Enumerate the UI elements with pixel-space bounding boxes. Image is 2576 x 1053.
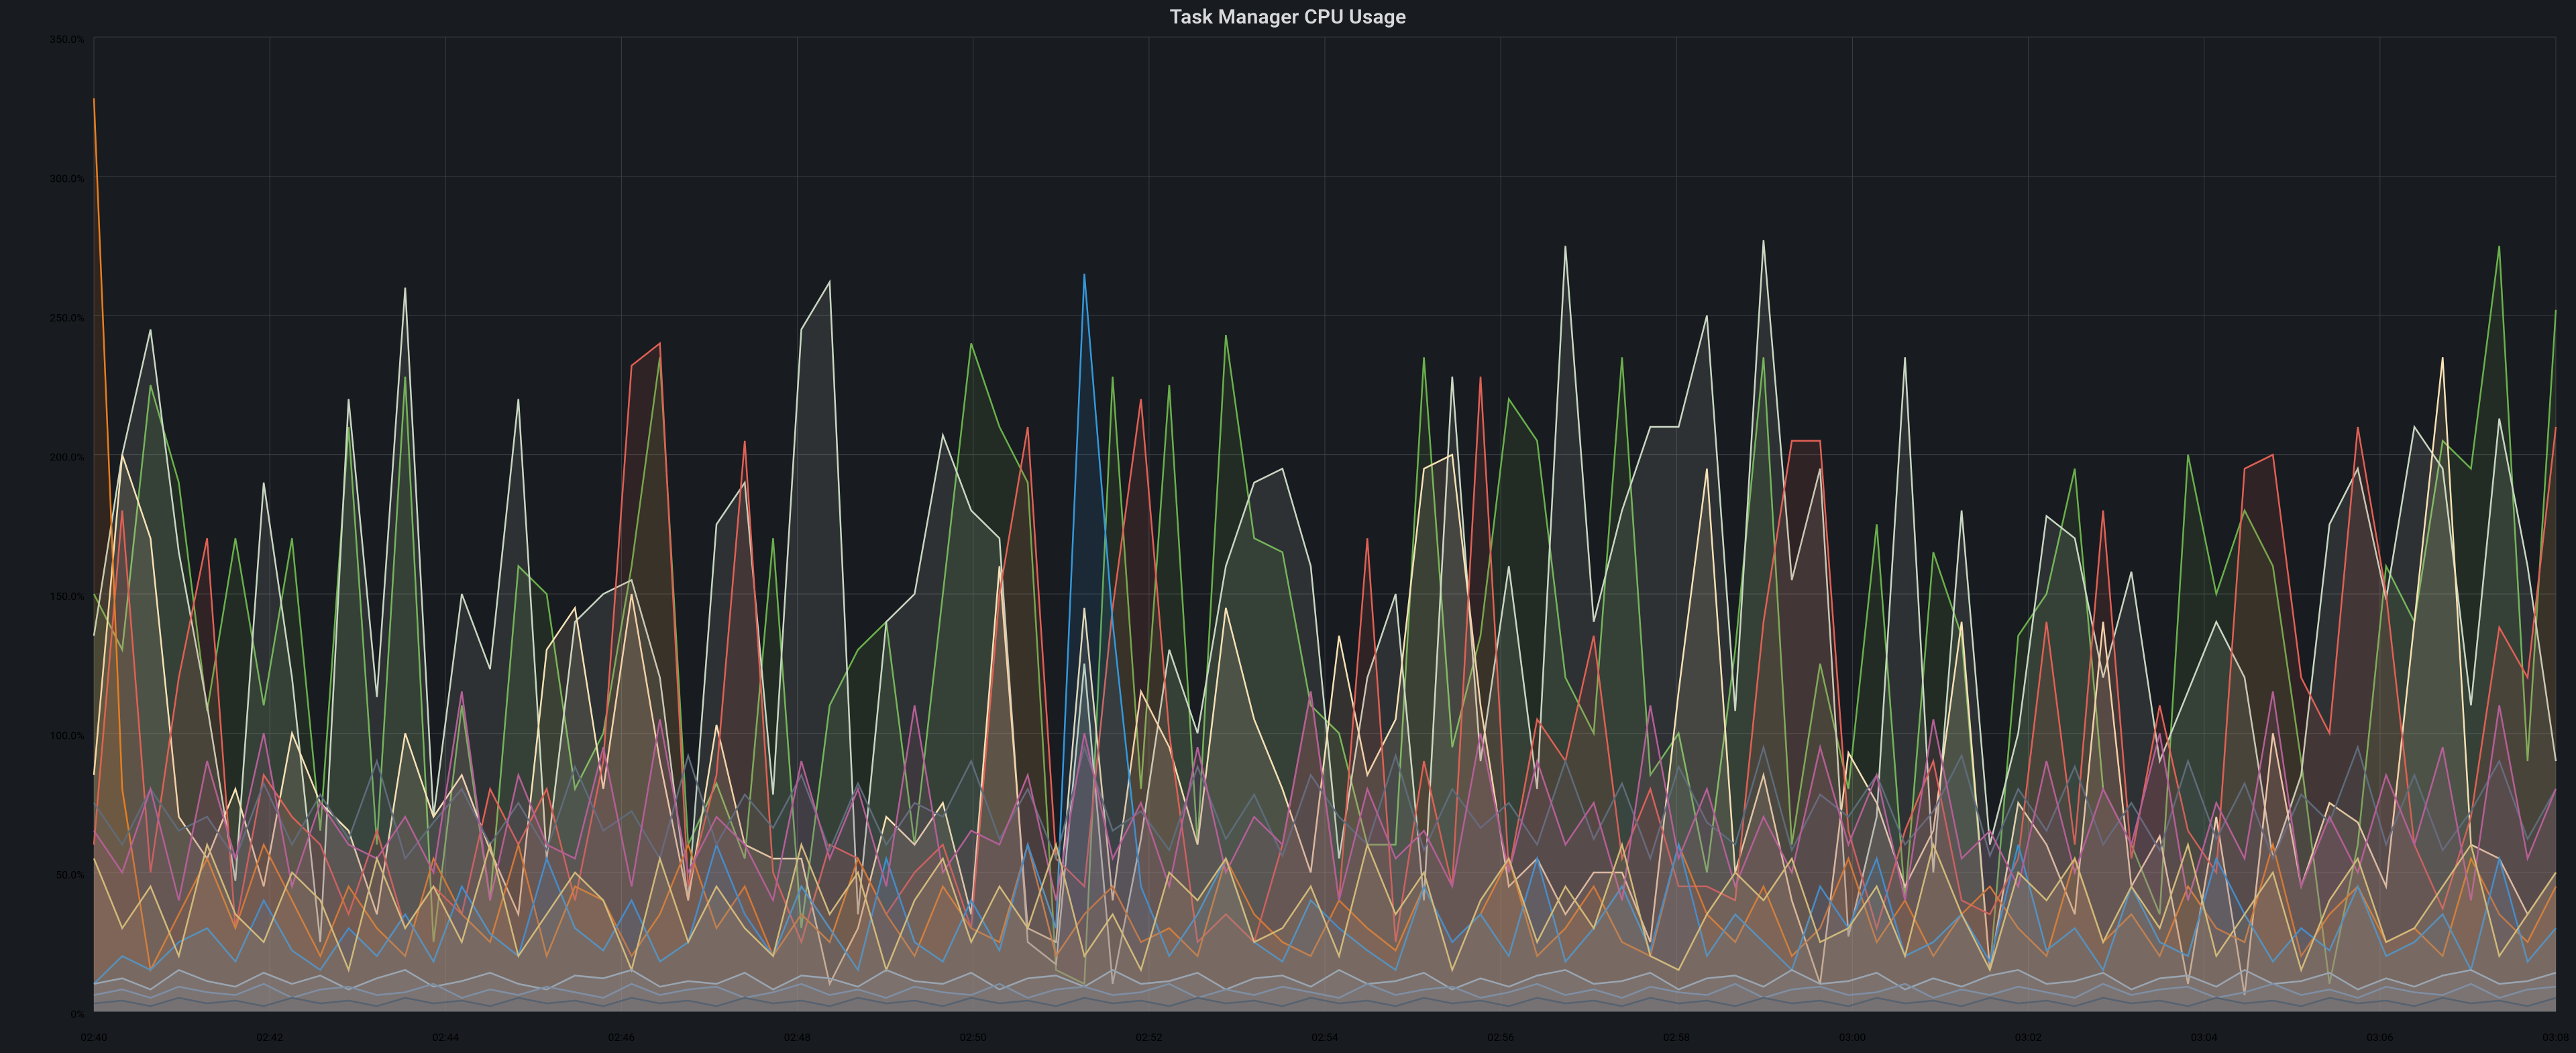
svg-text:02:52: 02:52 xyxy=(1136,1031,1163,1044)
svg-text:100.0%: 100.0% xyxy=(50,730,85,742)
line-chart-svg: 0% 50.0% 100.0% 150.0% 200.0% 250.0% 300.0% 350… xyxy=(7,30,2569,1049)
svg-text:150.0%: 150.0% xyxy=(50,590,85,603)
panel-cpu-usage: Task Manager CPU Usage 0% 50.0% 100.0% 150.… xyxy=(0,0,2576,1053)
svg-text:02:44: 02:44 xyxy=(432,1031,459,1044)
svg-text:350.0%: 350.0% xyxy=(50,33,85,46)
svg-text:03:02: 03:02 xyxy=(2015,1031,2042,1044)
svg-text:02:50: 02:50 xyxy=(960,1031,987,1044)
svg-text:02:56: 02:56 xyxy=(1487,1031,1514,1044)
chart-area[interactable]: 0% 50.0% 100.0% 150.0% 200.0% 250.0% 300.0% 350… xyxy=(7,30,2569,1049)
chart-title: Task Manager CPU Usage xyxy=(0,0,2576,30)
svg-text:200.0%: 200.0% xyxy=(50,451,85,464)
svg-text:02:54: 02:54 xyxy=(1311,1031,1338,1044)
svg-text:300.0%: 300.0% xyxy=(50,172,85,185)
svg-text:250.0%: 250.0% xyxy=(50,311,85,324)
svg-text:03:04: 03:04 xyxy=(2191,1031,2218,1044)
svg-text:50.0%: 50.0% xyxy=(56,868,85,881)
svg-text:02:40: 02:40 xyxy=(80,1031,107,1044)
svg-text:02:48: 02:48 xyxy=(784,1031,811,1044)
svg-text:02:46: 02:46 xyxy=(608,1031,635,1044)
svg-text:03:00: 03:00 xyxy=(1839,1031,1866,1044)
svg-text:03:08: 03:08 xyxy=(2542,1031,2569,1044)
svg-text:02:42: 02:42 xyxy=(256,1031,283,1044)
svg-text:03:06: 03:06 xyxy=(2367,1031,2394,1044)
svg-text:02:58: 02:58 xyxy=(1663,1031,1690,1044)
svg-text:0%: 0% xyxy=(70,1008,85,1021)
